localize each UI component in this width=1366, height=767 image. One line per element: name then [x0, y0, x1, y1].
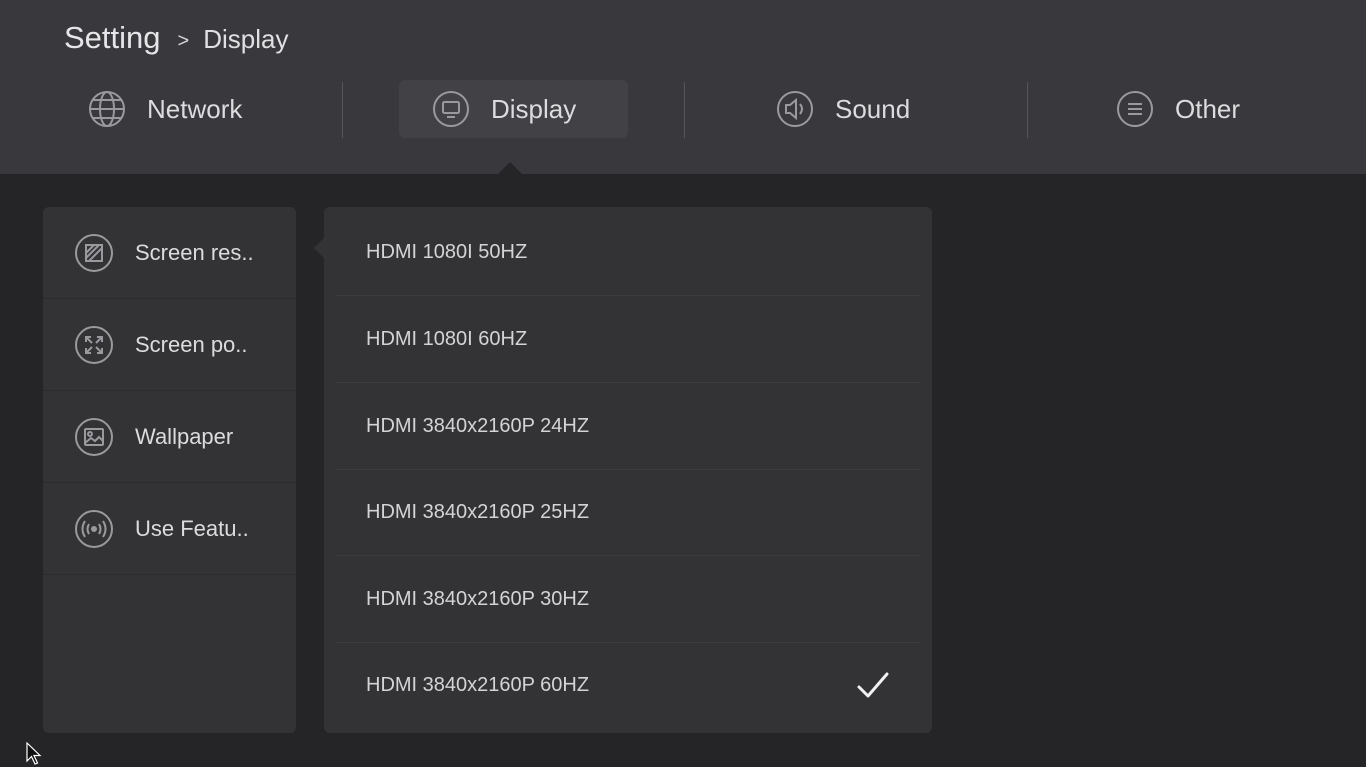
sidebar: Screen res.. Screen po.. Wallpaper Use F… — [43, 207, 296, 733]
tab-label: Sound — [835, 93, 911, 124]
sidebar-item-screen-resolution[interactable]: Screen res.. — [43, 207, 296, 299]
tab-display[interactable]: Display — [399, 80, 628, 138]
sidebar-item-label: Screen res.. — [135, 239, 254, 265]
tab-divider — [684, 82, 685, 138]
mouse-cursor-icon — [26, 742, 42, 765]
broadcast-icon — [74, 509, 114, 549]
breadcrumb: Setting > Display — [64, 20, 288, 60]
breadcrumb-current: Display — [203, 24, 289, 54]
sidebar-item-wallpaper[interactable]: Wallpaper — [43, 391, 296, 483]
header: Setting > Display Network Display Sound … — [0, 0, 1366, 174]
resolution-option[interactable]: HDMI 3840x2160P 30HZ — [336, 556, 920, 643]
expand-icon — [74, 325, 114, 365]
resolution-option-label: HDMI 1080I 50HZ — [366, 240, 528, 263]
resolution-option[interactable]: HDMI 1080I 60HZ — [336, 296, 920, 383]
breadcrumb-root[interactable]: Setting — [64, 20, 161, 56]
resolution-option[interactable]: HDMI 3840x2160P 24HZ — [336, 383, 920, 470]
tab-label: Other — [1175, 93, 1241, 124]
tab-bar: Network Display Sound Other — [0, 80, 1366, 140]
image-icon — [74, 417, 114, 457]
speaker-icon — [776, 90, 814, 128]
tab-network[interactable]: Network — [88, 80, 288, 138]
sidebar-item-use-features[interactable]: Use Featu.. — [43, 483, 296, 575]
resolution-list: HDMI 1080I 50HZ HDMI 1080I 60HZ HDMI 384… — [324, 207, 932, 733]
tab-other[interactable]: Other — [1116, 80, 1316, 138]
active-tab-pointer — [498, 162, 522, 174]
resolution-icon — [74, 233, 114, 273]
sidebar-item-screen-position[interactable]: Screen po.. — [43, 299, 296, 391]
sidebar-item-label: Wallpaper — [135, 423, 234, 449]
selected-item-pointer — [314, 238, 324, 258]
resolution-option-label: HDMI 3840x2160P 25HZ — [366, 500, 590, 523]
resolution-option[interactable]: HDMI 3840x2160P 25HZ — [336, 469, 920, 556]
tab-label: Display — [491, 93, 577, 124]
monitor-icon — [432, 90, 470, 128]
breadcrumb-separator: > — [177, 30, 190, 52]
sidebar-item-label: Screen po.. — [135, 331, 248, 357]
checkmark-icon — [856, 671, 890, 701]
tab-sound[interactable]: Sound — [776, 80, 976, 138]
tab-divider — [342, 82, 343, 138]
resolution-option-selected[interactable]: HDMI 3840x2160P 60HZ — [336, 642, 920, 729]
tab-label: Network — [147, 93, 243, 124]
resolution-option-label: HDMI 3840x2160P 30HZ — [366, 587, 590, 610]
tab-divider — [1027, 82, 1028, 138]
resolution-option[interactable]: HDMI 1080I 50HZ — [336, 209, 920, 296]
resolution-option-label: HDMI 3840x2160P 24HZ — [366, 414, 590, 437]
menu-icon — [1116, 90, 1154, 128]
resolution-option-label: HDMI 1080I 60HZ — [366, 327, 528, 350]
globe-icon — [88, 90, 126, 128]
resolution-option-label: HDMI 3840x2160P 60HZ — [366, 674, 590, 696]
sidebar-item-label: Use Featu.. — [135, 515, 249, 541]
